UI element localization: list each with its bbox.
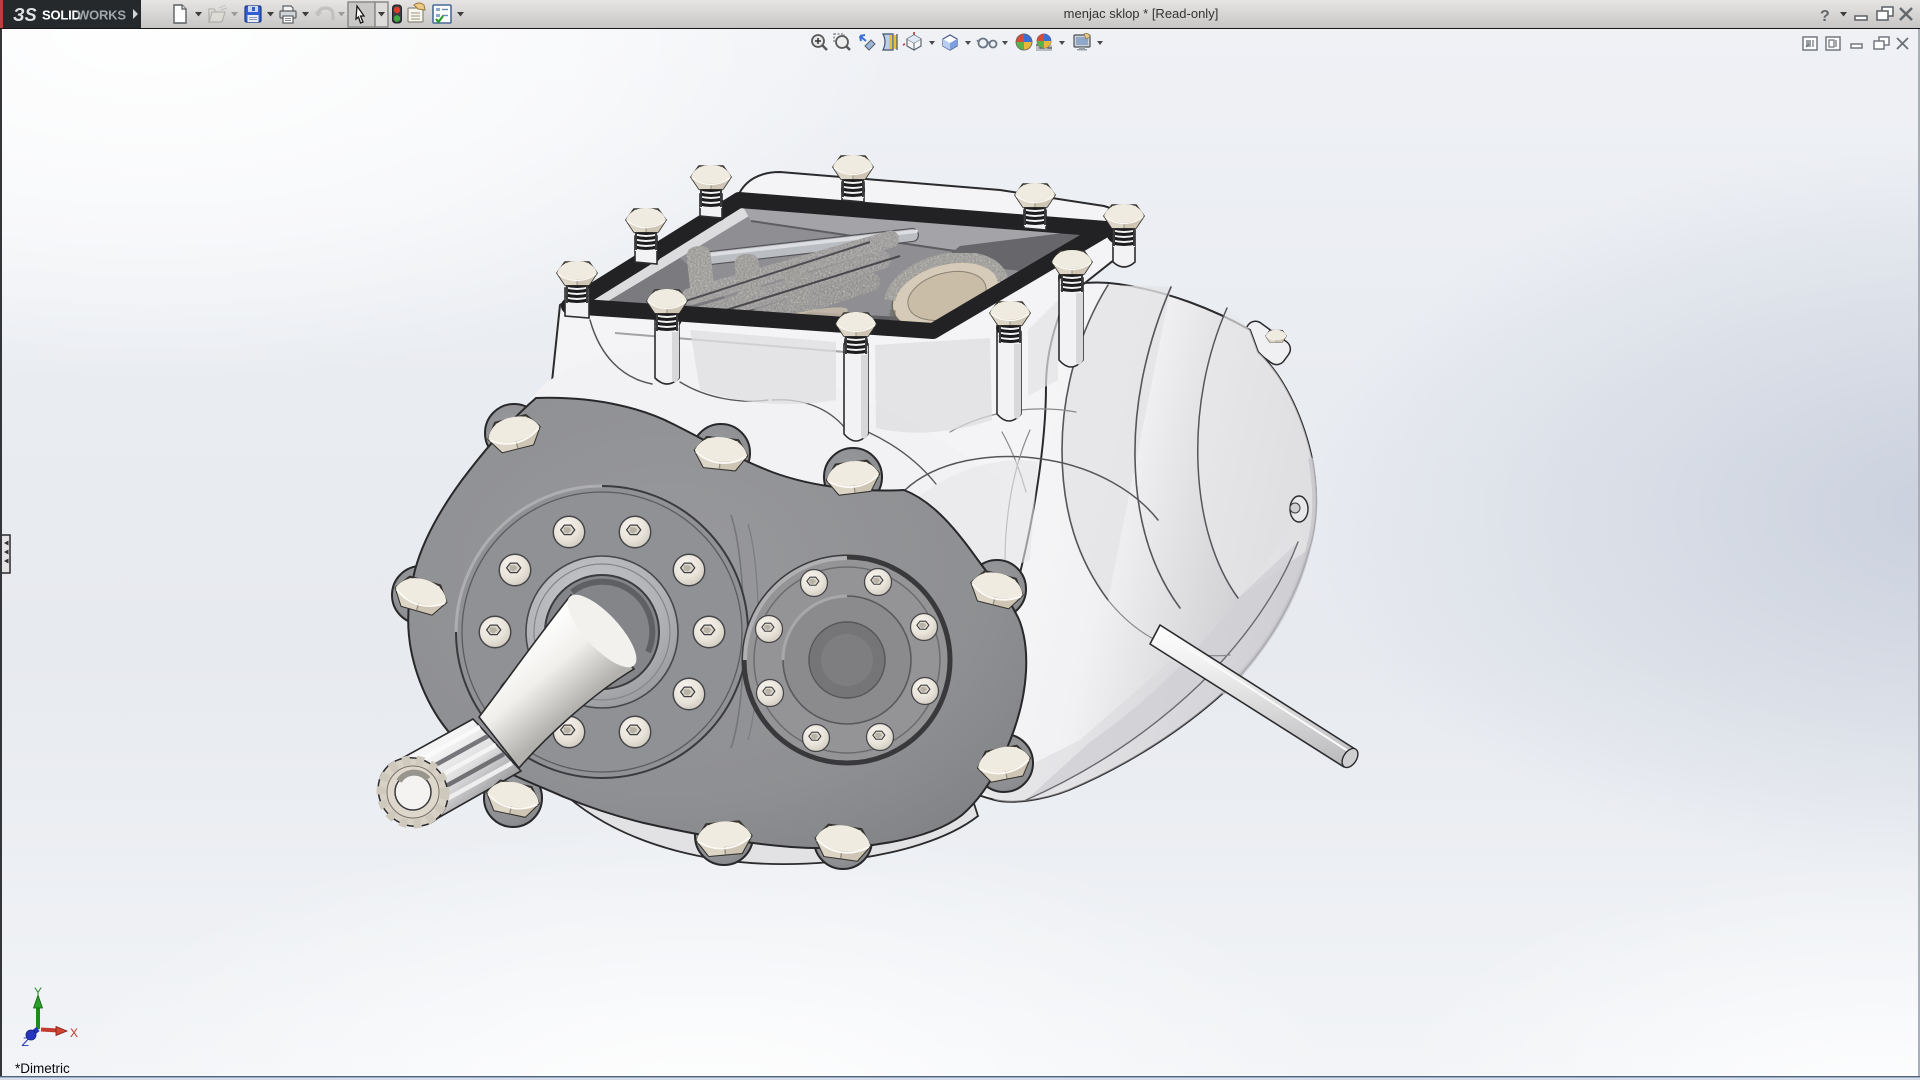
svg-text:ЗS: ЗS: [13, 5, 37, 25]
svg-text:X: X: [70, 1026, 78, 1040]
svg-text:SOLID: SOLID: [42, 8, 81, 23]
svg-text:WORKS: WORKS: [77, 8, 126, 23]
svg-text:Z: Z: [21, 1035, 30, 1049]
svg-text:?: ?: [1820, 8, 1830, 25]
svg-text:Y: Y: [34, 985, 42, 999]
